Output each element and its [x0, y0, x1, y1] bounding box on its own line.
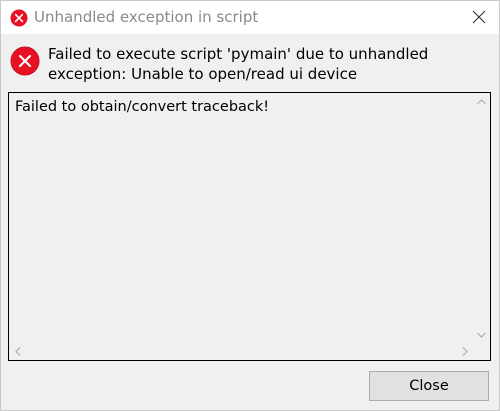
- error-icon: [10, 46, 40, 76]
- scroll-down-icon[interactable]: [473, 326, 490, 343]
- scrollbar-corner: [473, 343, 490, 360]
- traceback-text: Failed to obtain/convert traceback!: [15, 99, 270, 115]
- error-icon: [10, 9, 28, 27]
- title-bar[interactable]: Unhandled exception in script: [1, 1, 499, 34]
- traceback-textbox[interactable]: Failed to obtain/convert traceback!: [8, 92, 491, 361]
- scroll-left-icon[interactable]: [9, 343, 26, 360]
- close-icon[interactable]: [463, 3, 495, 31]
- window-title: Unhandled exception in script: [34, 8, 259, 26]
- horizontal-scrollbar[interactable]: [9, 343, 473, 360]
- scroll-right-icon[interactable]: [456, 343, 473, 360]
- error-message: Failed to execute script 'pymain' due to…: [48, 45, 429, 83]
- vertical-scrollbar[interactable]: [473, 93, 490, 343]
- exception-dialog: Unhandled exception in script Failed to …: [0, 0, 500, 411]
- scroll-up-icon[interactable]: [473, 93, 490, 110]
- close-button[interactable]: Close: [369, 371, 489, 401]
